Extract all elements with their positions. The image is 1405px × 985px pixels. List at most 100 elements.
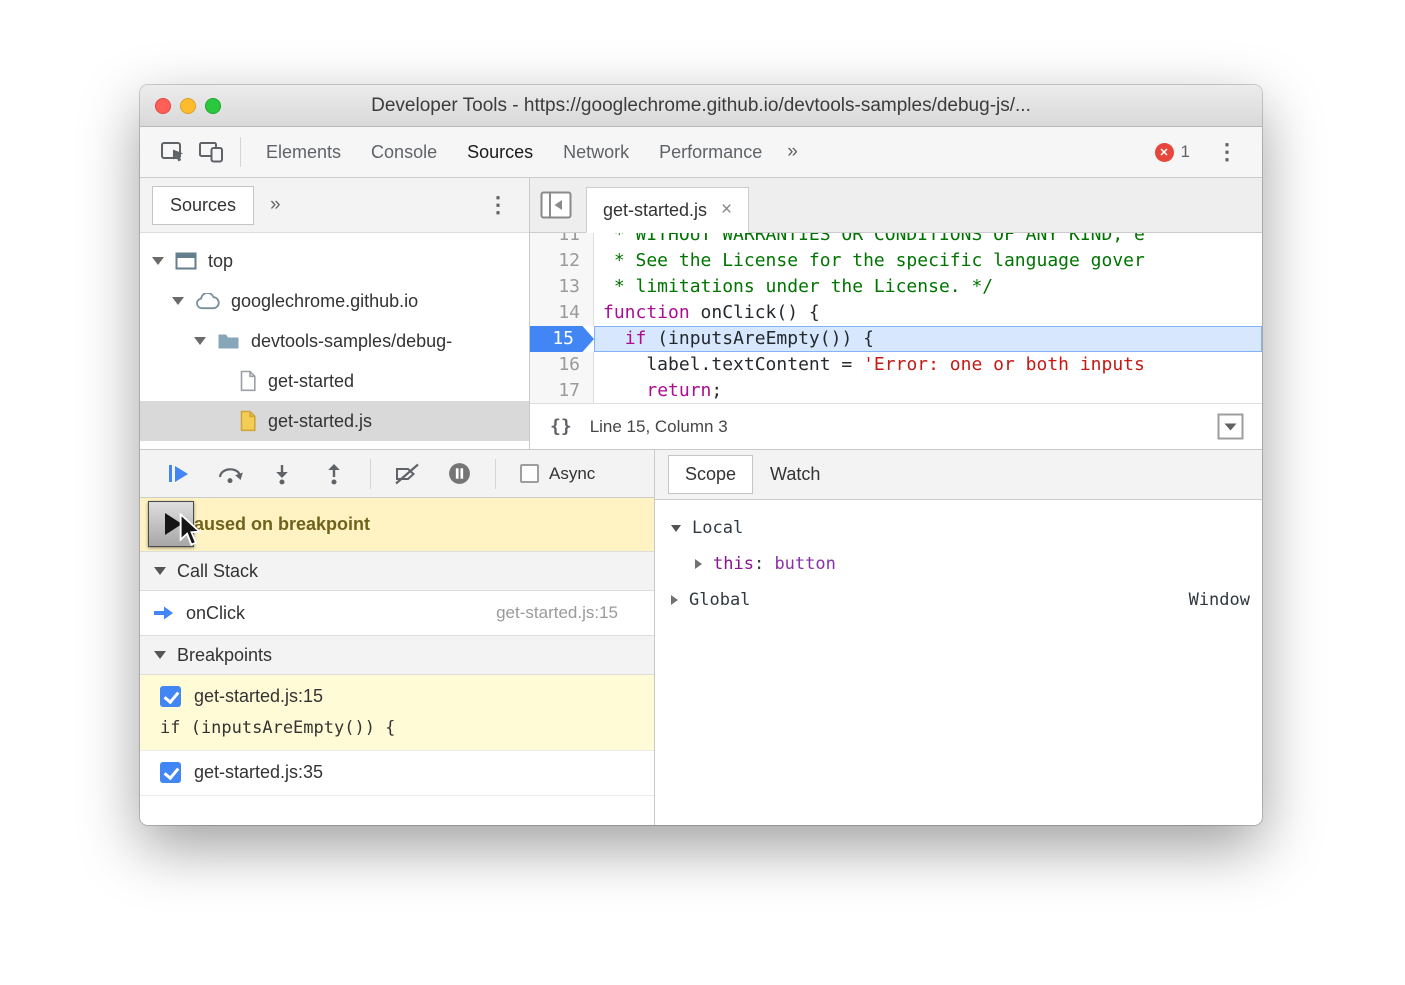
chevron-right-icon[interactable]: [695, 559, 702, 569]
tree-item-origin[interactable]: googlechrome.github.io: [140, 281, 529, 321]
scope-tabbar: Scope Watch: [655, 450, 1262, 500]
devtools-window: Developer Tools - https://googlechrome.g…: [140, 85, 1262, 825]
tab-console[interactable]: Console: [356, 127, 452, 177]
call-stack-header[interactable]: Call Stack: [140, 551, 654, 591]
tree-item-top[interactable]: top: [140, 241, 529, 281]
zoom-window-button[interactable]: [205, 98, 221, 114]
chevron-down-icon[interactable]: [194, 337, 206, 345]
debugger-bottom-row: Async Paused on breakpoint Call S: [140, 450, 1262, 825]
editor-statusbar: {} Line 15, Column 3: [530, 403, 1262, 449]
chevron-down-icon[interactable]: [671, 525, 681, 532]
pause-on-exceptions-button[interactable]: [433, 454, 485, 494]
breakpoints-title: Breakpoints: [177, 645, 272, 666]
code-token: if: [625, 328, 647, 349]
line-number[interactable]: 14: [530, 300, 594, 326]
frame-location: get-started.js:15: [496, 603, 618, 623]
devtools-toolbar: Elements Console Sources Network Perform…: [140, 127, 1262, 178]
tab-performance[interactable]: Performance: [644, 127, 777, 177]
resume-button[interactable]: [152, 454, 204, 494]
step-over-button[interactable]: [204, 454, 256, 494]
tab-watch[interactable]: Watch: [770, 464, 820, 485]
code-text: * See the License for the specific langu…: [594, 248, 1262, 274]
device-toolbar-button[interactable]: [192, 133, 230, 171]
breakpoint-location: get-started.js:15: [194, 686, 323, 707]
toggle-navigator-button[interactable]: [540, 191, 572, 219]
drawer-toggle-button[interactable]: [1217, 413, 1244, 440]
navigator-tab-sources[interactable]: Sources: [152, 186, 254, 225]
breakpoint-checkbox[interactable]: [160, 762, 181, 783]
inspect-icon: [160, 140, 186, 164]
devtools-menu-icon[interactable]: ⋮: [1200, 139, 1248, 165]
scope-section-label: Local: [692, 518, 743, 538]
tab-scope[interactable]: Scope: [668, 455, 753, 494]
editor-pane: get-started.js × 11 * WITHOUT WARRANTIES…: [530, 178, 1262, 449]
toolbar-right-cluster: ✕ 1 ⋮: [1155, 139, 1248, 165]
tab-elements[interactable]: Elements: [251, 127, 356, 177]
tree-item-get-started-js[interactable]: get-started.js: [140, 401, 529, 441]
sources-panel: Sources » ⋮ top: [140, 178, 1262, 825]
editor-tab-get-started-js[interactable]: get-started.js ×: [586, 187, 749, 233]
error-badge[interactable]: ✕ 1: [1155, 142, 1190, 162]
code-token: return: [646, 380, 711, 401]
inspect-element-button[interactable]: [154, 133, 192, 171]
scope-local-row[interactable]: Local: [655, 510, 1262, 546]
frame-icon: [175, 252, 197, 270]
line-number[interactable]: 11: [530, 233, 594, 248]
scope-pane: Scope Watch Local this: button Global: [655, 450, 1262, 825]
tree-item-get-started[interactable]: get-started: [140, 361, 529, 401]
scope-section-value: Window: [1189, 590, 1250, 610]
navigator-menu-icon[interactable]: ⋮: [487, 192, 517, 218]
code-line: 11 * WITHOUT WARRANTIES OR CONDITIONS OF…: [530, 233, 1262, 248]
code-token: * WITHOUT WARRANTIES OR CONDITIONS OF AN…: [603, 233, 1145, 245]
step-over-icon: [216, 463, 244, 485]
hide-navigator-icon: [540, 191, 572, 219]
line-number[interactable]: 12: [530, 248, 594, 274]
close-icon[interactable]: ×: [721, 199, 732, 221]
execution-line-marker[interactable]: 15: [530, 326, 594, 352]
tab-sources[interactable]: Sources: [452, 127, 548, 177]
breakpoint-item[interactable]: get-started.js:35: [140, 751, 654, 796]
code-token: onClick() {: [690, 302, 820, 323]
code-token: ;: [711, 380, 722, 401]
step-out-button[interactable]: [308, 454, 360, 494]
code-token: * limitations under the License. */: [603, 276, 993, 297]
deactivate-breakpoints-icon: [394, 463, 420, 485]
traffic-lights: [140, 98, 221, 114]
line-number[interactable]: 16: [530, 352, 594, 378]
navigator-more-tabs-chevron-icon[interactable]: »: [270, 194, 281, 216]
breakpoints-header[interactable]: Breakpoints: [140, 635, 654, 675]
chevron-down-icon[interactable]: [172, 297, 184, 305]
tree-item-folder[interactable]: devtools-samples/debug-: [140, 321, 529, 361]
code-token: (inputsAreEmpty()) {: [646, 328, 874, 349]
tab-network[interactable]: Network: [548, 127, 644, 177]
line-number[interactable]: 13: [530, 274, 594, 300]
code-token: [603, 380, 646, 401]
breakpoint-item[interactable]: get-started.js:15 if (inputsAreEmpty()) …: [140, 675, 654, 751]
call-stack-frame[interactable]: onClick get-started.js:15: [140, 591, 654, 635]
error-icon: ✕: [1155, 143, 1174, 162]
tree-item-label: get-started.js: [268, 411, 372, 432]
step-into-button[interactable]: [256, 454, 308, 494]
code-token: * See the License for the specific langu…: [603, 250, 1145, 271]
scope-global-row[interactable]: Global Window: [655, 582, 1262, 618]
code-text: * limitations under the License. */: [594, 274, 1262, 300]
code-text: return;: [594, 378, 1262, 403]
editor-tab-label: get-started.js: [603, 200, 707, 221]
scope-this-row[interactable]: this: button: [655, 546, 1262, 582]
async-checkbox[interactable]: [520, 464, 539, 483]
pretty-print-button[interactable]: {}: [550, 416, 572, 437]
chevron-down-icon[interactable]: [152, 257, 164, 265]
deactivate-breakpoints-button[interactable]: [381, 454, 433, 494]
code-token: function: [603, 302, 690, 323]
code-editor: 11 * WITHOUT WARRANTIES OR CONDITIONS OF…: [530, 233, 1262, 403]
tree-item-label: top: [208, 251, 233, 272]
more-tabs-chevron-icon[interactable]: »: [777, 141, 808, 163]
step-out-icon: [323, 463, 345, 485]
chevron-right-icon[interactable]: [671, 595, 678, 605]
minimize-window-button[interactable]: [180, 98, 196, 114]
line-number[interactable]: 17: [530, 378, 594, 403]
current-frame-arrow-icon: [154, 606, 174, 620]
breakpoint-checkbox[interactable]: [160, 686, 181, 707]
code-text: function onClick() {: [594, 300, 1262, 326]
close-window-button[interactable]: [155, 98, 171, 114]
